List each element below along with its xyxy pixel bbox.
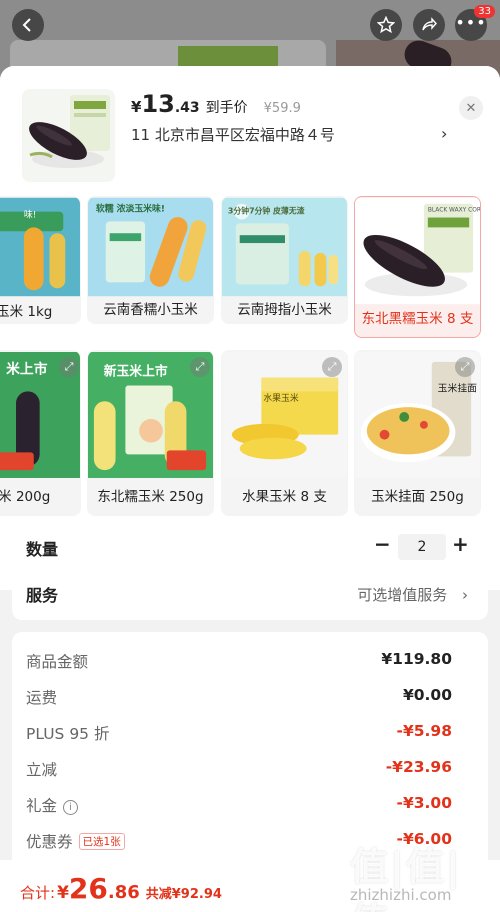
- variant-label: 东北糯玉米 250g: [97, 489, 204, 505]
- close-button[interactable]: ✕: [459, 96, 483, 120]
- sku-selection-sheet: ¥ 13 .43 到手价 ¥59.9 11 北京市昌平区宏福中路４号 › ✕ 味…: [0, 66, 500, 912]
- variant-card[interactable]: 米上市 ⤢ 玉米 200g: [0, 350, 81, 516]
- quantity-minus-button[interactable]: −: [374, 532, 391, 556]
- close-icon: ✕: [465, 100, 477, 116]
- delivery-address[interactable]: 11 北京市昌平区宏福中路４号: [131, 124, 335, 145]
- zoom-icon[interactable]: ⤢: [322, 357, 342, 377]
- price-row-label: 立减: [26, 761, 58, 779]
- back-button[interactable]: [12, 9, 44, 41]
- favorite-button[interactable]: [370, 9, 402, 41]
- zoom-icon[interactable]: ⤢: [59, 357, 79, 377]
- variant-card-product-text: 新玉米上市: [104, 364, 168, 380]
- service-selector[interactable]: 可选增值服务 ›: [357, 584, 468, 605]
- price-currency: ¥: [131, 98, 142, 116]
- total-price: 合计: ¥ 26 .86 共减¥92.94: [20, 872, 222, 905]
- variant-card[interactable]: 玉米挂面 ⤢ 玉米挂面 250g: [354, 350, 481, 516]
- price-row-value: ¥0.00: [402, 686, 452, 704]
- total-saved: 共减¥92.94: [145, 887, 222, 902]
- variant-label: 小玉米 1kg: [0, 304, 53, 320]
- variant-card-product-text: 水果玉米: [263, 392, 299, 404]
- original-price: ¥59.9: [263, 101, 301, 116]
- variant-card-product-text: 玉米挂面: [438, 381, 477, 394]
- price-tag: 到手价: [205, 100, 248, 116]
- zoom-icon[interactable]: ⤢: [455, 357, 475, 377]
- variant-card-product-text: 软糯 浓淡玉米味!: [96, 203, 165, 215]
- service-arrow-icon: ›: [462, 586, 468, 604]
- address-arrow-icon[interactable]: ›: [441, 124, 447, 143]
- price-row-shipping: 运费 ¥0.00: [26, 686, 452, 710]
- service-value: 可选增值服务: [357, 586, 448, 604]
- variant-card-product-text: 3分钟7分钟 皮薄无渣: [228, 206, 305, 216]
- variant-card[interactable]: 新玉米上市 ⤢ 东北糯玉米 250g: [87, 350, 214, 516]
- more-button[interactable]: ••• 33: [455, 5, 495, 41]
- variant-card[interactable]: 水果玉米 ⤢ 水果玉米 8 支: [221, 350, 348, 516]
- variant-card[interactable]: 3分钟7分钟 皮薄无渣 云南拇指小玉米 0.5kg: [221, 196, 348, 324]
- service-label: 服务: [26, 586, 59, 605]
- price-row-label: 礼金: [26, 797, 58, 815]
- price-row-gift-money: 礼金 i -¥3.00: [26, 794, 452, 818]
- price-integer: 13: [141, 90, 175, 118]
- background-banner: [178, 46, 278, 68]
- variant-card[interactable]: 软糯 浓淡玉米味! 云南香糯小玉米 350g: [87, 196, 214, 324]
- price-row-plus-discount: PLUS 95 折 -¥5.98: [26, 722, 452, 746]
- quantity-value[interactable]: 2: [398, 534, 446, 560]
- variant-card-selected[interactable]: BLACK WAXY CORN 黑糯玉米 东北黑糯玉米 8 支: [354, 196, 481, 338]
- variant-label: 东北黑糯玉米 8 支: [361, 311, 474, 327]
- price-row-value: -¥3.00: [396, 794, 452, 812]
- price-row-label: 运费: [26, 689, 58, 707]
- total-label: 合计:: [20, 884, 56, 902]
- variant-card[interactable]: 味! 小玉米 1kg: [0, 196, 81, 324]
- info-icon[interactable]: i: [63, 800, 79, 815]
- variant-label: 水果玉米 8 支: [242, 489, 327, 505]
- total-decimal: .86: [107, 882, 140, 903]
- variant-label: 玉米 200g: [0, 489, 51, 505]
- quantity-service-panel: 数量 − 2 + 服务 可选增值服务 ›: [12, 524, 488, 620]
- price-row-instant-discount: 立减 -¥23.96: [26, 758, 452, 782]
- product-thumbnail: [22, 89, 115, 182]
- variant-label: 玉米挂面 250g: [371, 489, 464, 505]
- price-row-label: 优惠券: [26, 833, 73, 851]
- star-icon: [377, 16, 395, 34]
- total-integer: 26: [68, 872, 108, 905]
- variant-label: 云南拇指小玉米 0.5kg: [237, 302, 332, 323]
- price-row-label: 商品金额: [26, 653, 89, 671]
- price-decimal: .43: [174, 100, 200, 116]
- share-icon: [422, 17, 437, 31]
- price-row-value: -¥23.96: [385, 758, 452, 776]
- price-row-label: PLUS 95 折: [26, 725, 110, 743]
- total-currency: ¥: [57, 883, 69, 903]
- share-button[interactable]: [413, 9, 445, 41]
- price-row-value: -¥5.98: [396, 722, 452, 740]
- quantity-plus-button[interactable]: +: [452, 532, 469, 556]
- quantity-label: 数量: [26, 540, 59, 559]
- price-row-label-wrap: 优惠券 已选1张: [26, 830, 125, 852]
- sheet-header: ¥ 13 .43 到手价 ¥59.9 11 北京市昌平区宏福中路４号 › ✕: [0, 66, 500, 192]
- variant-card-product-text: 米上市: [6, 361, 48, 378]
- zoom-icon[interactable]: ⤢: [190, 357, 210, 377]
- variant-label: 云南香糯小玉米 350g: [103, 302, 198, 323]
- price-line: ¥ 13 .43 到手价 ¥59.9: [131, 90, 301, 118]
- coupon-selected-tag: 已选1张: [78, 833, 125, 850]
- watermark-url: zhizhizhi.com: [350, 886, 452, 904]
- variant-card-product-text: BLACK WAXY CORN 黑糯玉米: [428, 206, 480, 214]
- variant-card-product-text: 味!: [24, 208, 36, 220]
- site-watermark: 值|值|值 zhizhizhi.com: [350, 836, 500, 912]
- price-row-value: ¥119.80: [381, 650, 452, 668]
- price-row-label-wrap: 礼金 i: [26, 794, 79, 816]
- price-row-goods: 商品金额 ¥119.80: [26, 650, 452, 674]
- back-arrow-icon: [22, 18, 31, 32]
- notification-badge: 33: [474, 5, 495, 18]
